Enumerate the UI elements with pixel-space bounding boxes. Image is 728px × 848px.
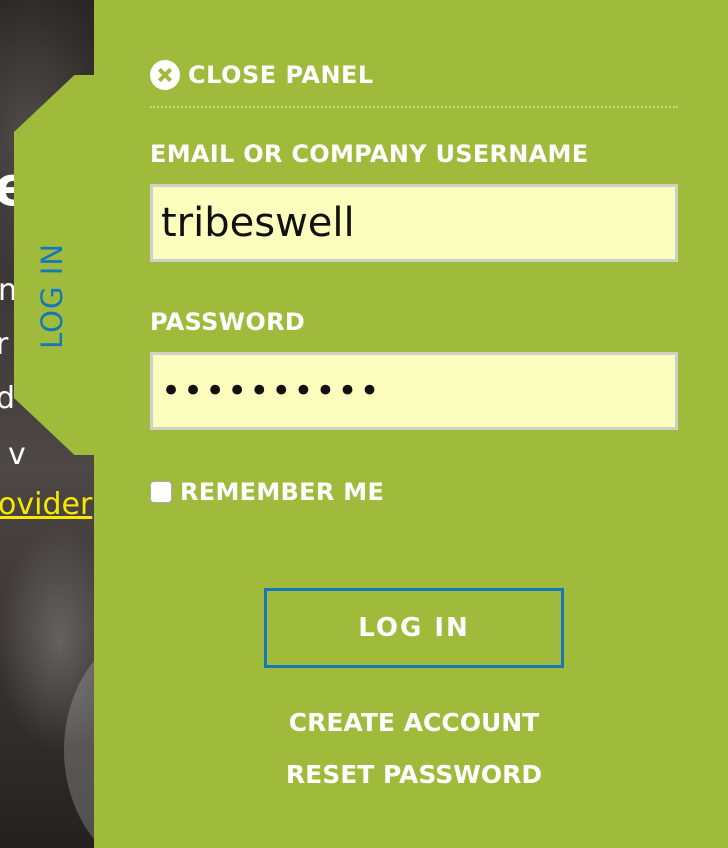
password-label: PASSWORD [150, 308, 306, 336]
username-input[interactable] [153, 187, 675, 259]
username-label: EMAIL OR COMPANY USERNAME [150, 140, 589, 168]
remember-me-row[interactable]: REMEMBER ME [150, 478, 384, 506]
close-panel-button[interactable]: CLOSE PANEL [150, 60, 374, 90]
reset-password-link[interactable]: RESET PASSWORD [188, 760, 640, 789]
bg-text-fragment: v [8, 437, 26, 472]
password-input[interactable] [153, 355, 675, 427]
bg-text-fragment: d [0, 381, 16, 416]
remember-me-checkbox[interactable] [150, 481, 172, 503]
close-icon [150, 60, 180, 90]
background-image-shape [64, 620, 96, 848]
login-tab-label: LOG IN [35, 243, 69, 349]
bg-text-fragment: r [0, 327, 9, 362]
close-panel-label: CLOSE PANEL [188, 61, 374, 89]
divider [150, 106, 678, 108]
password-field-wrapper [150, 352, 678, 430]
create-account-link[interactable]: CREATE ACCOUNT [188, 708, 640, 737]
log-in-button[interactable]: LOG IN [264, 588, 564, 668]
remember-me-label: REMEMBER ME [180, 478, 385, 506]
bg-provider-link[interactable]: ovider [0, 490, 92, 520]
username-field-wrapper [150, 184, 678, 262]
login-panel: CLOSE PANEL EMAIL OR COMPANY USERNAME PA… [94, 0, 728, 848]
